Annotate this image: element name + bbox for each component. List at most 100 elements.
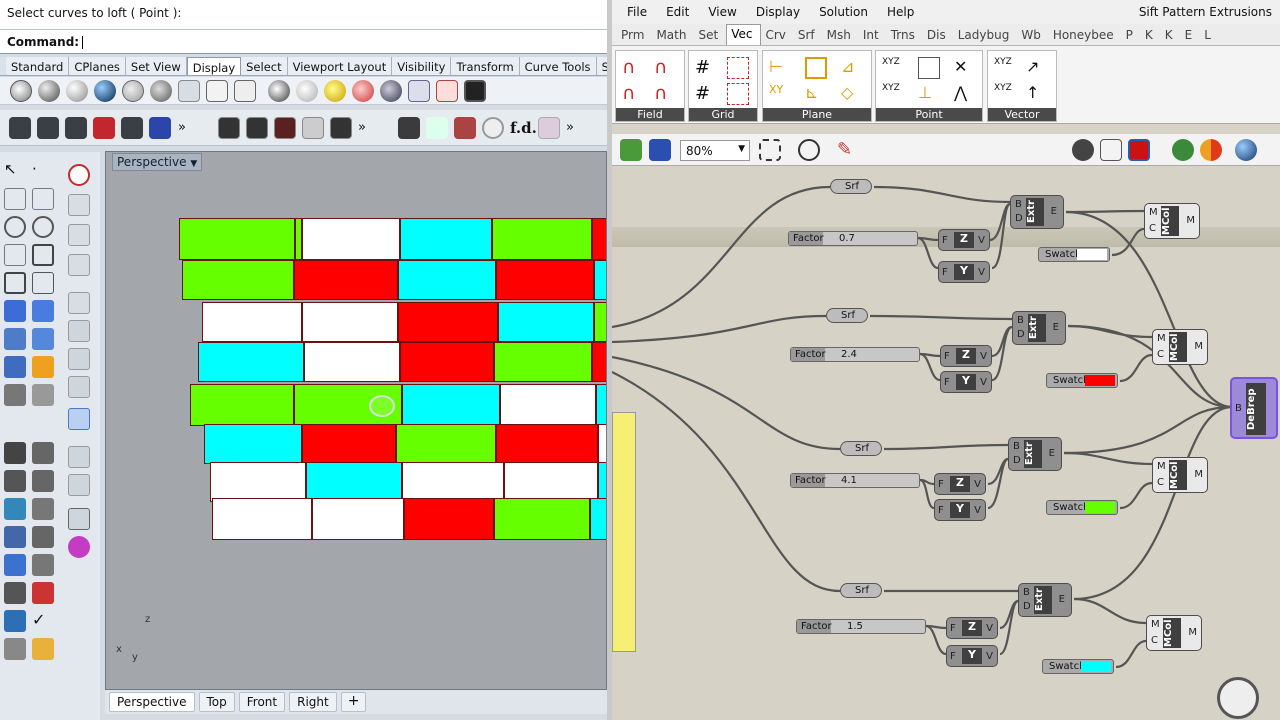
unit-z-component[interactable]: ZF V (934, 473, 986, 495)
bucket-icon[interactable] (32, 638, 54, 660)
menu-display[interactable]: Display (756, 5, 800, 19)
tab-visibility[interactable]: Visibility (392, 57, 452, 75)
loft-icon[interactable] (32, 300, 54, 322)
brick-cyan[interactable] (590, 498, 606, 540)
tab-front[interactable]: Front (238, 692, 286, 712)
brick-green[interactable] (295, 218, 302, 260)
overflow-chevron-3-icon[interactable]: » (566, 120, 574, 135)
cube-icon[interactable] (68, 320, 90, 342)
network-icon[interactable] (68, 254, 90, 276)
save-file-icon[interactable] (649, 139, 671, 161)
tab-standard[interactable]: Standard (6, 57, 70, 75)
group-icon[interactable] (32, 442, 54, 464)
zoom-select[interactable]: 80% ▼ (680, 140, 750, 161)
gh-tab-k-15[interactable]: K (1161, 24, 1181, 45)
brick-cyan[interactable] (498, 302, 594, 342)
brick-cyan[interactable] (402, 384, 500, 426)
grid-hash-2-icon[interactable]: # (695, 83, 717, 105)
gh-tab-srf[interactable]: Srf (794, 24, 823, 45)
extrude-component[interactable]: Extr B D E (1012, 311, 1066, 345)
hatch-red-icon[interactable] (93, 117, 115, 139)
pencil-icon[interactable] (4, 638, 26, 660)
tab-cplanes[interactable]: CPlanes (69, 57, 126, 75)
save-icon[interactable] (149, 117, 171, 139)
brick-green[interactable] (182, 260, 294, 300)
brick-white[interactable] (302, 218, 400, 260)
line-icon[interactable] (4, 188, 26, 210)
unit-z-component[interactable]: ZF V (940, 345, 992, 367)
history-icon[interactable] (68, 164, 90, 186)
explode-icon[interactable] (32, 356, 54, 378)
arc-icon[interactable] (4, 244, 26, 266)
gh-tab-ladybug[interactable]: Ladybug (954, 24, 1018, 45)
plane-icon[interactable]: ⊢ (769, 57, 791, 79)
plugin-4-icon[interactable] (482, 117, 504, 139)
mesh-icon[interactable] (32, 328, 54, 350)
unit-y-component[interactable]: YF V (946, 645, 998, 667)
brick-cyan[interactable] (594, 260, 606, 300)
vector-xyz-icon[interactable]: XYZ (994, 57, 1016, 79)
check-icon[interactable]: ✓ (32, 610, 54, 632)
brick-red[interactable] (592, 342, 606, 382)
menu-file[interactable]: File (627, 5, 647, 19)
srf-param[interactable]: Srf (830, 179, 872, 194)
technical-sphere-icon[interactable] (150, 80, 172, 102)
brick-white[interactable] (304, 342, 400, 382)
srf-param[interactable]: Srf (840, 583, 882, 598)
preview-colors-icon[interactable] (1200, 139, 1222, 161)
overflow-chevron-icon[interactable]: » (178, 120, 186, 135)
plugin-3-icon[interactable] (454, 117, 476, 139)
menu-edit[interactable]: Edit (666, 5, 689, 19)
plugin-5-icon[interactable] (538, 117, 560, 139)
gh-tab-int[interactable]: Int (859, 24, 887, 45)
point-3-icon[interactable]: ✕ (954, 57, 976, 79)
hatch-icon[interactable] (9, 117, 31, 139)
gh-tab-trns[interactable]: Trns (887, 24, 923, 45)
preview-eye-icon[interactable] (798, 139, 820, 161)
menu-solution[interactable]: Solution (819, 5, 868, 19)
viewport-title[interactable]: Perspective ▼ (112, 153, 203, 171)
point-icon[interactable]: · (32, 160, 54, 182)
render-icon[interactable] (4, 610, 26, 632)
brick-red[interactable] (294, 260, 398, 300)
plane-3-icon[interactable]: ⊿ (841, 57, 863, 79)
magnet-icon[interactable]: ∩ (622, 57, 644, 79)
point-xyz-icon[interactable]: XYZ (882, 57, 904, 79)
brick-red[interactable] (398, 302, 498, 342)
vector-2-icon[interactable]: ↗ (1026, 57, 1048, 79)
gh-tab-set[interactable]: Set (694, 24, 726, 45)
grid-dots-2-icon[interactable] (727, 83, 749, 105)
brick-green[interactable] (179, 218, 295, 260)
hatch-blue-icon[interactable] (121, 117, 143, 139)
material-sphere-icon[interactable] (268, 80, 290, 102)
swatch-color[interactable] (1085, 502, 1115, 513)
plane-4-icon[interactable]: ⊾ (805, 83, 827, 105)
plugin-icon[interactable] (398, 117, 420, 139)
gh-tab-msh[interactable]: Msh (823, 24, 859, 45)
zoom-extents-icon[interactable] (759, 139, 781, 161)
surface-icon[interactable] (4, 300, 26, 322)
trim-icon[interactable] (4, 384, 26, 406)
swatch-color[interactable] (1081, 661, 1111, 672)
circle-icon[interactable] (4, 216, 26, 238)
gh-canvas[interactable]: Srf Factor 0.7 Z F V Y F V Extr B D E Swatch MCol M C M Sr… (612, 167, 1280, 720)
brick-white[interactable] (598, 424, 606, 464)
select-arrow-icon[interactable]: ↖ (4, 160, 26, 182)
brick-white[interactable] (212, 498, 312, 540)
gh-tab-wb[interactable]: Wb (1017, 24, 1048, 45)
gh-tab-crv[interactable]: Crv (761, 24, 793, 45)
boolean-icon[interactable] (4, 356, 26, 378)
ghosted-sphere-icon[interactable] (94, 80, 116, 102)
layout-icon[interactable] (218, 117, 240, 139)
tab-top[interactable]: Top (198, 692, 235, 712)
point-5-icon[interactable]: ⊥ (918, 83, 940, 105)
ellipse-icon[interactable] (32, 216, 54, 238)
brick-red[interactable] (404, 498, 494, 540)
brick-green[interactable] (494, 342, 592, 382)
point-6-icon[interactable]: ⋀ (954, 83, 976, 105)
plugin-2-icon[interactable] (426, 117, 448, 139)
wireframe-sphere-icon[interactable] (10, 80, 32, 102)
brick-red[interactable] (302, 424, 396, 464)
brick-green[interactable] (494, 498, 590, 540)
cube-3-icon[interactable] (68, 376, 90, 398)
